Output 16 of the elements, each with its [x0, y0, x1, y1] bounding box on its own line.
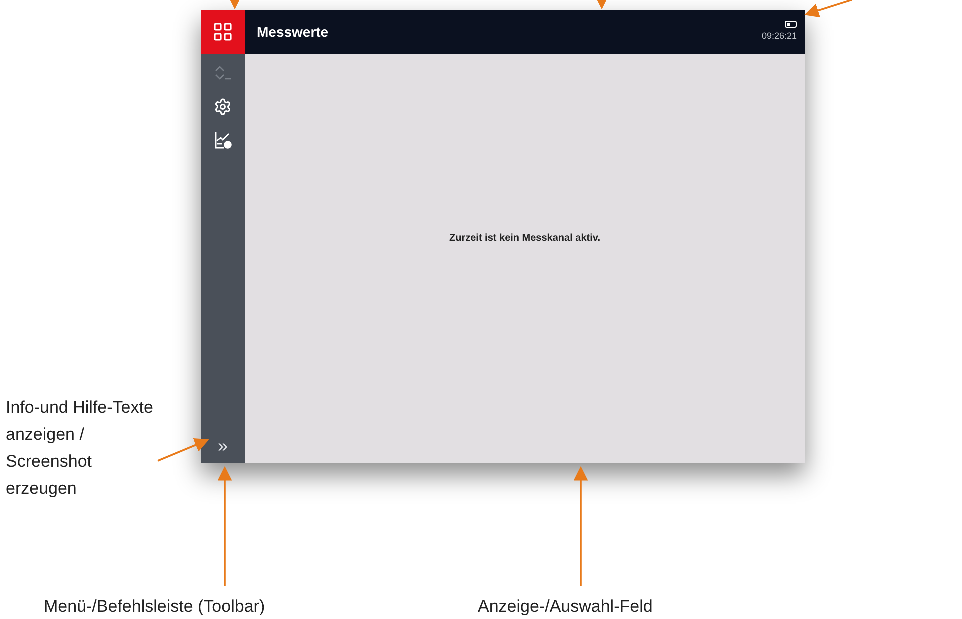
pointer-arrow — [228, 0, 242, 10]
settings-icon[interactable] — [214, 98, 232, 116]
grid-icon — [214, 23, 232, 41]
pointer-arrow — [594, 0, 610, 10]
pointer-arrow — [158, 438, 210, 462]
home-button[interactable] — [201, 10, 245, 54]
screen-title: Messwerte — [257, 22, 329, 42]
pointer-arrow — [804, 0, 852, 18]
annotation-text: Info-und Hilfe-Texte anzeigen / Screenshot erzeugen — [6, 397, 154, 500]
chart-icon[interactable] — [213, 130, 233, 150]
expand-button[interactable]: » — [218, 437, 228, 455]
battery-icon — [785, 20, 797, 28]
annotation-text: Anzeige-/Auswahl-Feld — [478, 596, 653, 618]
status-message: Zurzeit ist kein Messkanal aktiv. — [450, 232, 600, 246]
clock-time: 09:26:21 — [762, 30, 797, 43]
annotation-text: Menü-/Befehlsleiste (Toolbar) — [44, 596, 266, 618]
